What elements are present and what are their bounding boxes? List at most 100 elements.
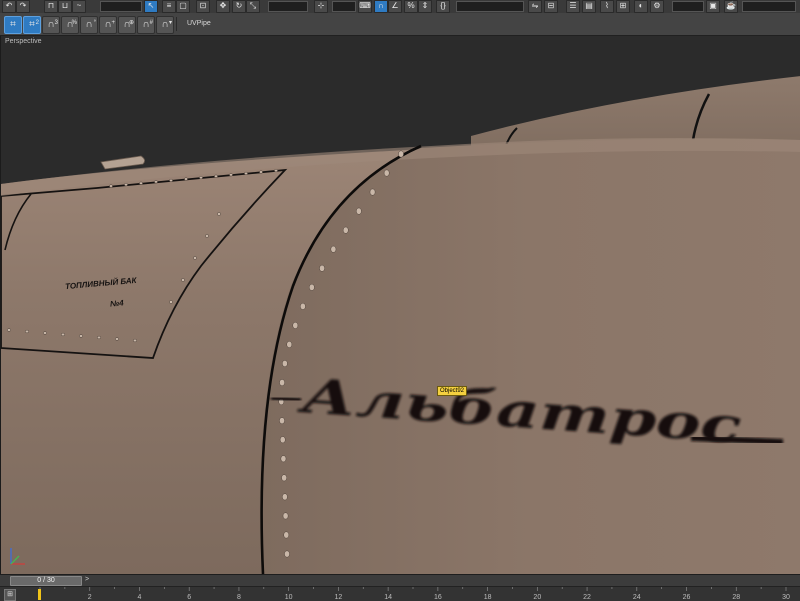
rivet (286, 341, 293, 348)
select-by-name-icon[interactable]: ≡ (162, 0, 176, 13)
rivet (355, 207, 362, 215)
rivet (169, 178, 173, 182)
rivet (7, 328, 11, 332)
current-frame-marker[interactable] (38, 589, 41, 600)
rendered-frame-window-icon[interactable]: ▣ (706, 0, 720, 13)
align-icon[interactable]: ⊟ (544, 0, 558, 13)
edge-snap-icon[interactable]: ∩ # (137, 16, 155, 34)
graphite-tools-icon[interactable]: ▤ (582, 0, 596, 13)
rivet (43, 331, 47, 335)
rivet (279, 436, 286, 444)
manipulate-dropdown[interactable] (332, 1, 356, 12)
main-toolbar: ↶ ↷ ⊓ ⊔ ~ ↖ ≡ ▢ ⊡ ✥ ↻ ⤡ ⊹ ⌨ ∩ ∠ % ⇕ {} ⇋… (0, 0, 800, 14)
unlink-icon[interactable]: ⊔ (58, 0, 72, 13)
axis-tripod-gizmo (10, 548, 25, 565)
schematic-view-icon[interactable]: ⊞ (616, 0, 630, 13)
rivet (124, 183, 128, 187)
snap-toggle-icon[interactable]: ⌗ (4, 16, 22, 34)
pivot-center-icon[interactable]: ⊹ (314, 0, 328, 13)
mirror-icon[interactable]: ⇋ (528, 0, 542, 13)
rivet (383, 169, 390, 177)
snap-3d-icon[interactable]: ∩ 3 (42, 16, 60, 34)
fuel-tank-scene: ТОПЛИВНЫЙ БАК №4 Альбатрос (1, 76, 800, 574)
viewport-label[interactable]: Perspective (5, 38, 42, 45)
panel-title-line2: №4 (110, 298, 125, 308)
rivet (283, 531, 290, 539)
rivet (300, 302, 306, 310)
rivet (282, 360, 288, 367)
rivet (199, 176, 203, 180)
vertex-snap-icon[interactable]: ∩ ⊕ (118, 16, 136, 34)
rivet (282, 512, 289, 520)
fuselage-name-underline-right (690, 435, 784, 445)
rivet (330, 245, 337, 253)
render-type-dropdown[interactable] (672, 1, 704, 12)
undo-icon[interactable]: ↶ (2, 0, 16, 13)
rivet (133, 338, 137, 343)
rivet (184, 177, 188, 181)
rivet (279, 417, 285, 425)
uvpipe-tool-label[interactable]: UVPipe (187, 20, 211, 27)
percent-snap-icon[interactable]: ∩ ° (80, 16, 98, 34)
open-mini-curve-editor-icon[interactable]: ⊞ (4, 589, 16, 601)
select-move-icon[interactable]: ✥ (216, 0, 230, 13)
frame-ruler[interactable]: 2 4 6 8 10 12 14 16 18 20 22 24 26 28 30 (0, 587, 800, 601)
rivet (398, 150, 404, 158)
bind-space-warp-icon[interactable]: ~ (72, 0, 86, 13)
edit-named-selection-icon[interactable]: {} (436, 0, 450, 13)
link-icon[interactable]: ⊓ (44, 0, 58, 13)
select-scale-icon[interactable]: ⤡ (246, 0, 260, 13)
spinner-snap-icon[interactable]: ∩ + (99, 16, 117, 34)
rivet (169, 300, 173, 304)
material-editor-icon[interactable]: ◐ (634, 0, 648, 13)
snaps-toggle-icon[interactable]: ∩ (374, 0, 388, 13)
snap-2-5d-icon[interactable]: ⌗ 2 (23, 16, 41, 34)
perspective-viewport[interactable]: Perspective ТОПЛИВНЫЙ БАК №4 Альбатрос O… (0, 36, 800, 574)
rivet (229, 173, 233, 177)
rivet (280, 455, 287, 463)
rivet (274, 169, 278, 173)
spinner-snap-toggle-icon[interactable]: ⇕ (418, 0, 432, 13)
render-setup-icon[interactable]: ⚙ (650, 0, 664, 13)
rivet (279, 379, 285, 387)
rectangle-selection-icon[interactable]: ▢ (176, 0, 190, 13)
time-slider[interactable]: 0 / 30 > (0, 574, 800, 586)
angle-snap-icon[interactable]: ∩% (61, 16, 79, 34)
selection-filter-dropdown[interactable] (100, 1, 142, 12)
curve-editor-icon[interactable]: ⌇ (600, 0, 614, 13)
named-selection-dropdown[interactable] (456, 1, 524, 12)
track-bar[interactable]: 2 4 6 8 10 12 14 16 18 20 22 24 26 28 30 ⊞ (0, 586, 800, 601)
keyboard-shortcut-override-icon[interactable]: ⌨ (358, 0, 372, 13)
time-slider-thumb[interactable]: 0 / 30 (10, 576, 82, 586)
rivet (284, 550, 290, 558)
layer-manager-icon[interactable]: ☰ (566, 0, 580, 13)
rivet (259, 170, 263, 174)
toolbar-separator (176, 17, 177, 31)
fuselage-name-underline-left (270, 396, 302, 402)
rivet (109, 184, 113, 188)
select-rotate-icon[interactable]: ↻ (232, 0, 246, 13)
rivet (282, 493, 288, 501)
rivet (214, 174, 218, 178)
redo-icon[interactable]: ↷ (16, 0, 30, 13)
render-production-icon[interactable]: ☕ (724, 0, 738, 13)
rivet (25, 329, 29, 334)
rivet (217, 212, 221, 216)
rivet (115, 337, 119, 341)
rivet (342, 226, 349, 234)
rivet (319, 264, 325, 272)
face-snap-icon[interactable]: ∩ ▾ (156, 16, 174, 34)
rivet (139, 181, 143, 185)
rivet (154, 180, 158, 184)
rivet (181, 278, 185, 282)
window-crossing-icon[interactable]: ⊡ (196, 0, 210, 13)
reference-coordinate-dropdown[interactable] (268, 1, 308, 12)
workspace-dropdown[interactable] (742, 1, 796, 12)
time-slider-next-arrow[interactable]: > (82, 576, 92, 584)
percent-snap-toggle-icon[interactable]: % (404, 0, 418, 13)
snaps-toolbar: ⌗ ⌗ 2 ∩ 3 ∩% ∩ ° ∩ + ∩ ⊕ ∩ # ∩ ▾ UVPipe (0, 13, 800, 36)
select-object-icon[interactable]: ↖ (144, 0, 158, 13)
rivet (281, 474, 287, 482)
angle-snap-toggle-icon[interactable]: ∠ (388, 0, 402, 13)
rivet (369, 188, 376, 196)
